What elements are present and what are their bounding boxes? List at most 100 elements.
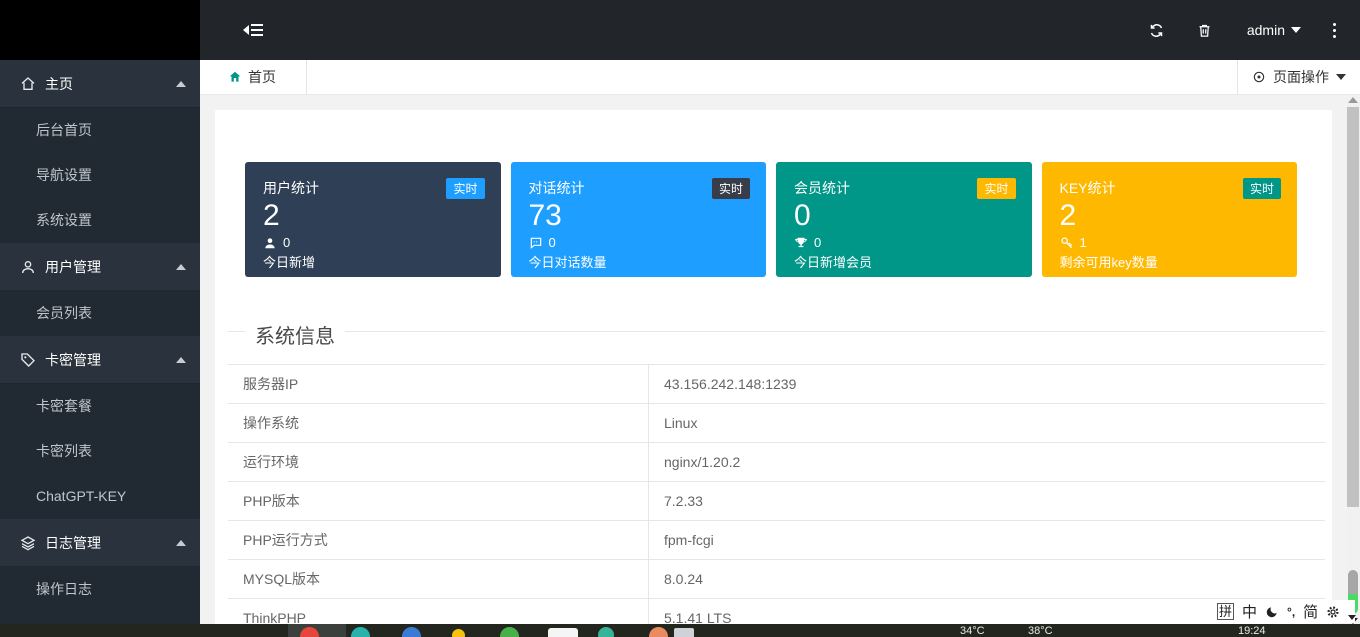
- moon-icon[interactable]: [1265, 605, 1279, 619]
- tag-icon: [20, 352, 36, 368]
- ime-lang-toggle[interactable]: 中: [1242, 601, 1257, 622]
- section-title: 系统信息: [245, 320, 345, 349]
- table-row: ThinkPHP 5.1.41 LTS: [228, 599, 1325, 624]
- sidebar-item-users[interactable]: 用户管理: [0, 243, 200, 291]
- username: admin: [1247, 22, 1285, 38]
- sidebar-subitem-dashboard[interactable]: 后台首页: [0, 108, 200, 153]
- user-menu[interactable]: admin: [1229, 22, 1319, 38]
- taskbar-app-icon[interactable]: [351, 627, 370, 637]
- sidebar-item-label: 用户管理: [45, 257, 176, 277]
- table-row: PHP版本 7.2.33: [228, 482, 1325, 521]
- sidebar-subitem-card-list[interactable]: 卡密列表: [0, 429, 200, 474]
- row-label: 运行环境: [228, 443, 649, 481]
- realtime-badge: 实时: [1243, 178, 1281, 199]
- row-label: PHP版本: [228, 482, 649, 520]
- taskbar-app-icon[interactable]: [649, 627, 668, 637]
- sidebar-submenu-home: 后台首页 导航设置 系统设置: [0, 108, 200, 243]
- ime-pinyin-toggle[interactable]: 拼: [1217, 603, 1234, 620]
- sidebar-subitem-system-settings[interactable]: 系统设置: [0, 198, 200, 243]
- stat-card-keys: KEY统计 实时 2 1 剩余可用key数量: [1042, 162, 1298, 277]
- gear-icon[interactable]: [1326, 605, 1340, 619]
- card-sublabel: 今日新增: [263, 252, 485, 271]
- page-actions-label: 页面操作: [1273, 67, 1329, 87]
- sidebar: 主页 后台首页 导航设置 系统设置 用户管理 会员列表 卡密管理 卡密套餐: [0, 0, 200, 624]
- row-value: fpm-fcgi: [649, 532, 714, 548]
- breadcrumb-bar: 首页 页面操作: [200, 60, 1360, 95]
- scroll-up-arrow-icon[interactable]: [1348, 97, 1358, 103]
- sidebar-item-label: 主页: [45, 74, 176, 94]
- chevron-up-icon: [176, 540, 186, 546]
- refresh-icon[interactable]: [1133, 23, 1181, 38]
- sidebar-subitem-member-list[interactable]: 会员列表: [0, 291, 200, 336]
- sidebar-subitem-operation-log[interactable]: 操作日志: [0, 567, 200, 612]
- scrollbar-thumb[interactable]: [1347, 107, 1359, 507]
- card-title: KEY统计: [1060, 178, 1116, 198]
- sidebar-subitem-chatgpt-key[interactable]: ChatGPT-KEY: [0, 474, 200, 519]
- chevron-up-icon: [176, 81, 186, 87]
- sidebar-item-home[interactable]: 主页: [0, 60, 200, 108]
- scroll-widget-gray[interactable]: [1348, 570, 1358, 594]
- home-icon: [228, 70, 242, 84]
- taskbar-app-icon[interactable]: [548, 628, 578, 637]
- table-row: 操作系统 Linux: [228, 404, 1325, 443]
- breadcrumb-label: 首页: [248, 67, 276, 87]
- taskbar-temp2: 38°C: [1028, 625, 1053, 637]
- menu-fold-icon[interactable]: [243, 24, 263, 36]
- collapse-caret-icon[interactable]: [1348, 615, 1356, 620]
- stat-card-chats: 对话统计 实时 73 0 今日对话数量: [511, 162, 767, 277]
- table-row: MYSQL版本 8.0.24: [228, 560, 1325, 599]
- chevron-down-icon: [1336, 74, 1346, 80]
- sidebar-item-logs[interactable]: 日志管理: [0, 519, 200, 567]
- sidebar-submenu-users: 会员列表: [0, 291, 200, 336]
- row-label: MYSQL版本: [228, 560, 649, 598]
- trash-icon[interactable]: [1181, 23, 1229, 38]
- sidebar-subitem-card-packages[interactable]: 卡密套餐: [0, 384, 200, 429]
- taskbar-app-icon[interactable]: [500, 627, 519, 637]
- sidebar-submenu-logs: 操作日志: [0, 567, 200, 612]
- realtime-badge: 实时: [977, 178, 1015, 199]
- keyboard-icon[interactable]: [674, 628, 694, 637]
- main-content: 用户统计 实时 2 0 今日新增 对话统计 实时 73: [200, 95, 1346, 624]
- card-value: 73: [529, 200, 751, 232]
- ime-punct-toggle[interactable]: °,: [1287, 605, 1295, 619]
- card-sublabel: 剩余可用key数量: [1060, 252, 1282, 271]
- realtime-badge: 实时: [446, 178, 484, 199]
- taskbar-app-icon[interactable]: [452, 629, 465, 637]
- ime-charset-toggle[interactable]: 简: [1303, 601, 1318, 622]
- row-value: 5.1.41 LTS: [649, 610, 731, 624]
- taskbar-clock[interactable]: 19:24: [1238, 625, 1266, 637]
- card-value: 0: [794, 200, 1016, 232]
- row-label: 服务器IP: [228, 365, 649, 403]
- key-icon: [1060, 236, 1074, 250]
- home-icon: [20, 76, 36, 92]
- table-row: 运行环境 nginx/1.20.2: [228, 443, 1325, 482]
- row-value: 43.156.242.148:1239: [649, 376, 796, 392]
- table-row: PHP运行方式 fpm-fcgi: [228, 521, 1325, 560]
- row-value: 8.0.24: [649, 571, 703, 587]
- taskbar-app-icon[interactable]: [402, 627, 421, 637]
- sidebar-submenu-cardkeys: 卡密套餐 卡密列表 ChatGPT-KEY: [0, 384, 200, 519]
- user-icon: [263, 236, 277, 250]
- chevron-down-icon: [1291, 27, 1301, 33]
- card-subvalue: 0: [549, 235, 556, 250]
- more-vertical-icon[interactable]: [1319, 23, 1350, 38]
- card-sublabel: 今日对话数量: [529, 252, 751, 271]
- breadcrumb-home-tab[interactable]: 首页: [200, 60, 307, 94]
- sidebar-item-label: 日志管理: [45, 533, 176, 553]
- user-icon: [20, 259, 36, 275]
- page-actions-dropdown[interactable]: 页面操作: [1237, 60, 1360, 94]
- sidebar-subitem-nav-settings[interactable]: 导航设置: [0, 153, 200, 198]
- system-info-table: 服务器IP 43.156.242.148:1239 操作系统 Linux 运行环…: [228, 364, 1325, 624]
- row-value: Linux: [649, 415, 697, 431]
- card-subvalue: 1: [1080, 235, 1087, 250]
- table-row: 服务器IP 43.156.242.148:1239: [228, 365, 1325, 404]
- taskbar-app-icon[interactable]: [598, 627, 614, 637]
- chevron-up-icon: [176, 357, 186, 363]
- card-value: 2: [1060, 200, 1282, 232]
- top-navbar: admin: [200, 0, 1360, 60]
- card-sublabel: 今日新增会员: [794, 252, 1016, 271]
- sidebar-item-label: 卡密管理: [45, 350, 176, 370]
- card-subvalue: 0: [814, 235, 821, 250]
- sidebar-item-cardkeys[interactable]: 卡密管理: [0, 336, 200, 384]
- chevron-up-icon: [176, 264, 186, 270]
